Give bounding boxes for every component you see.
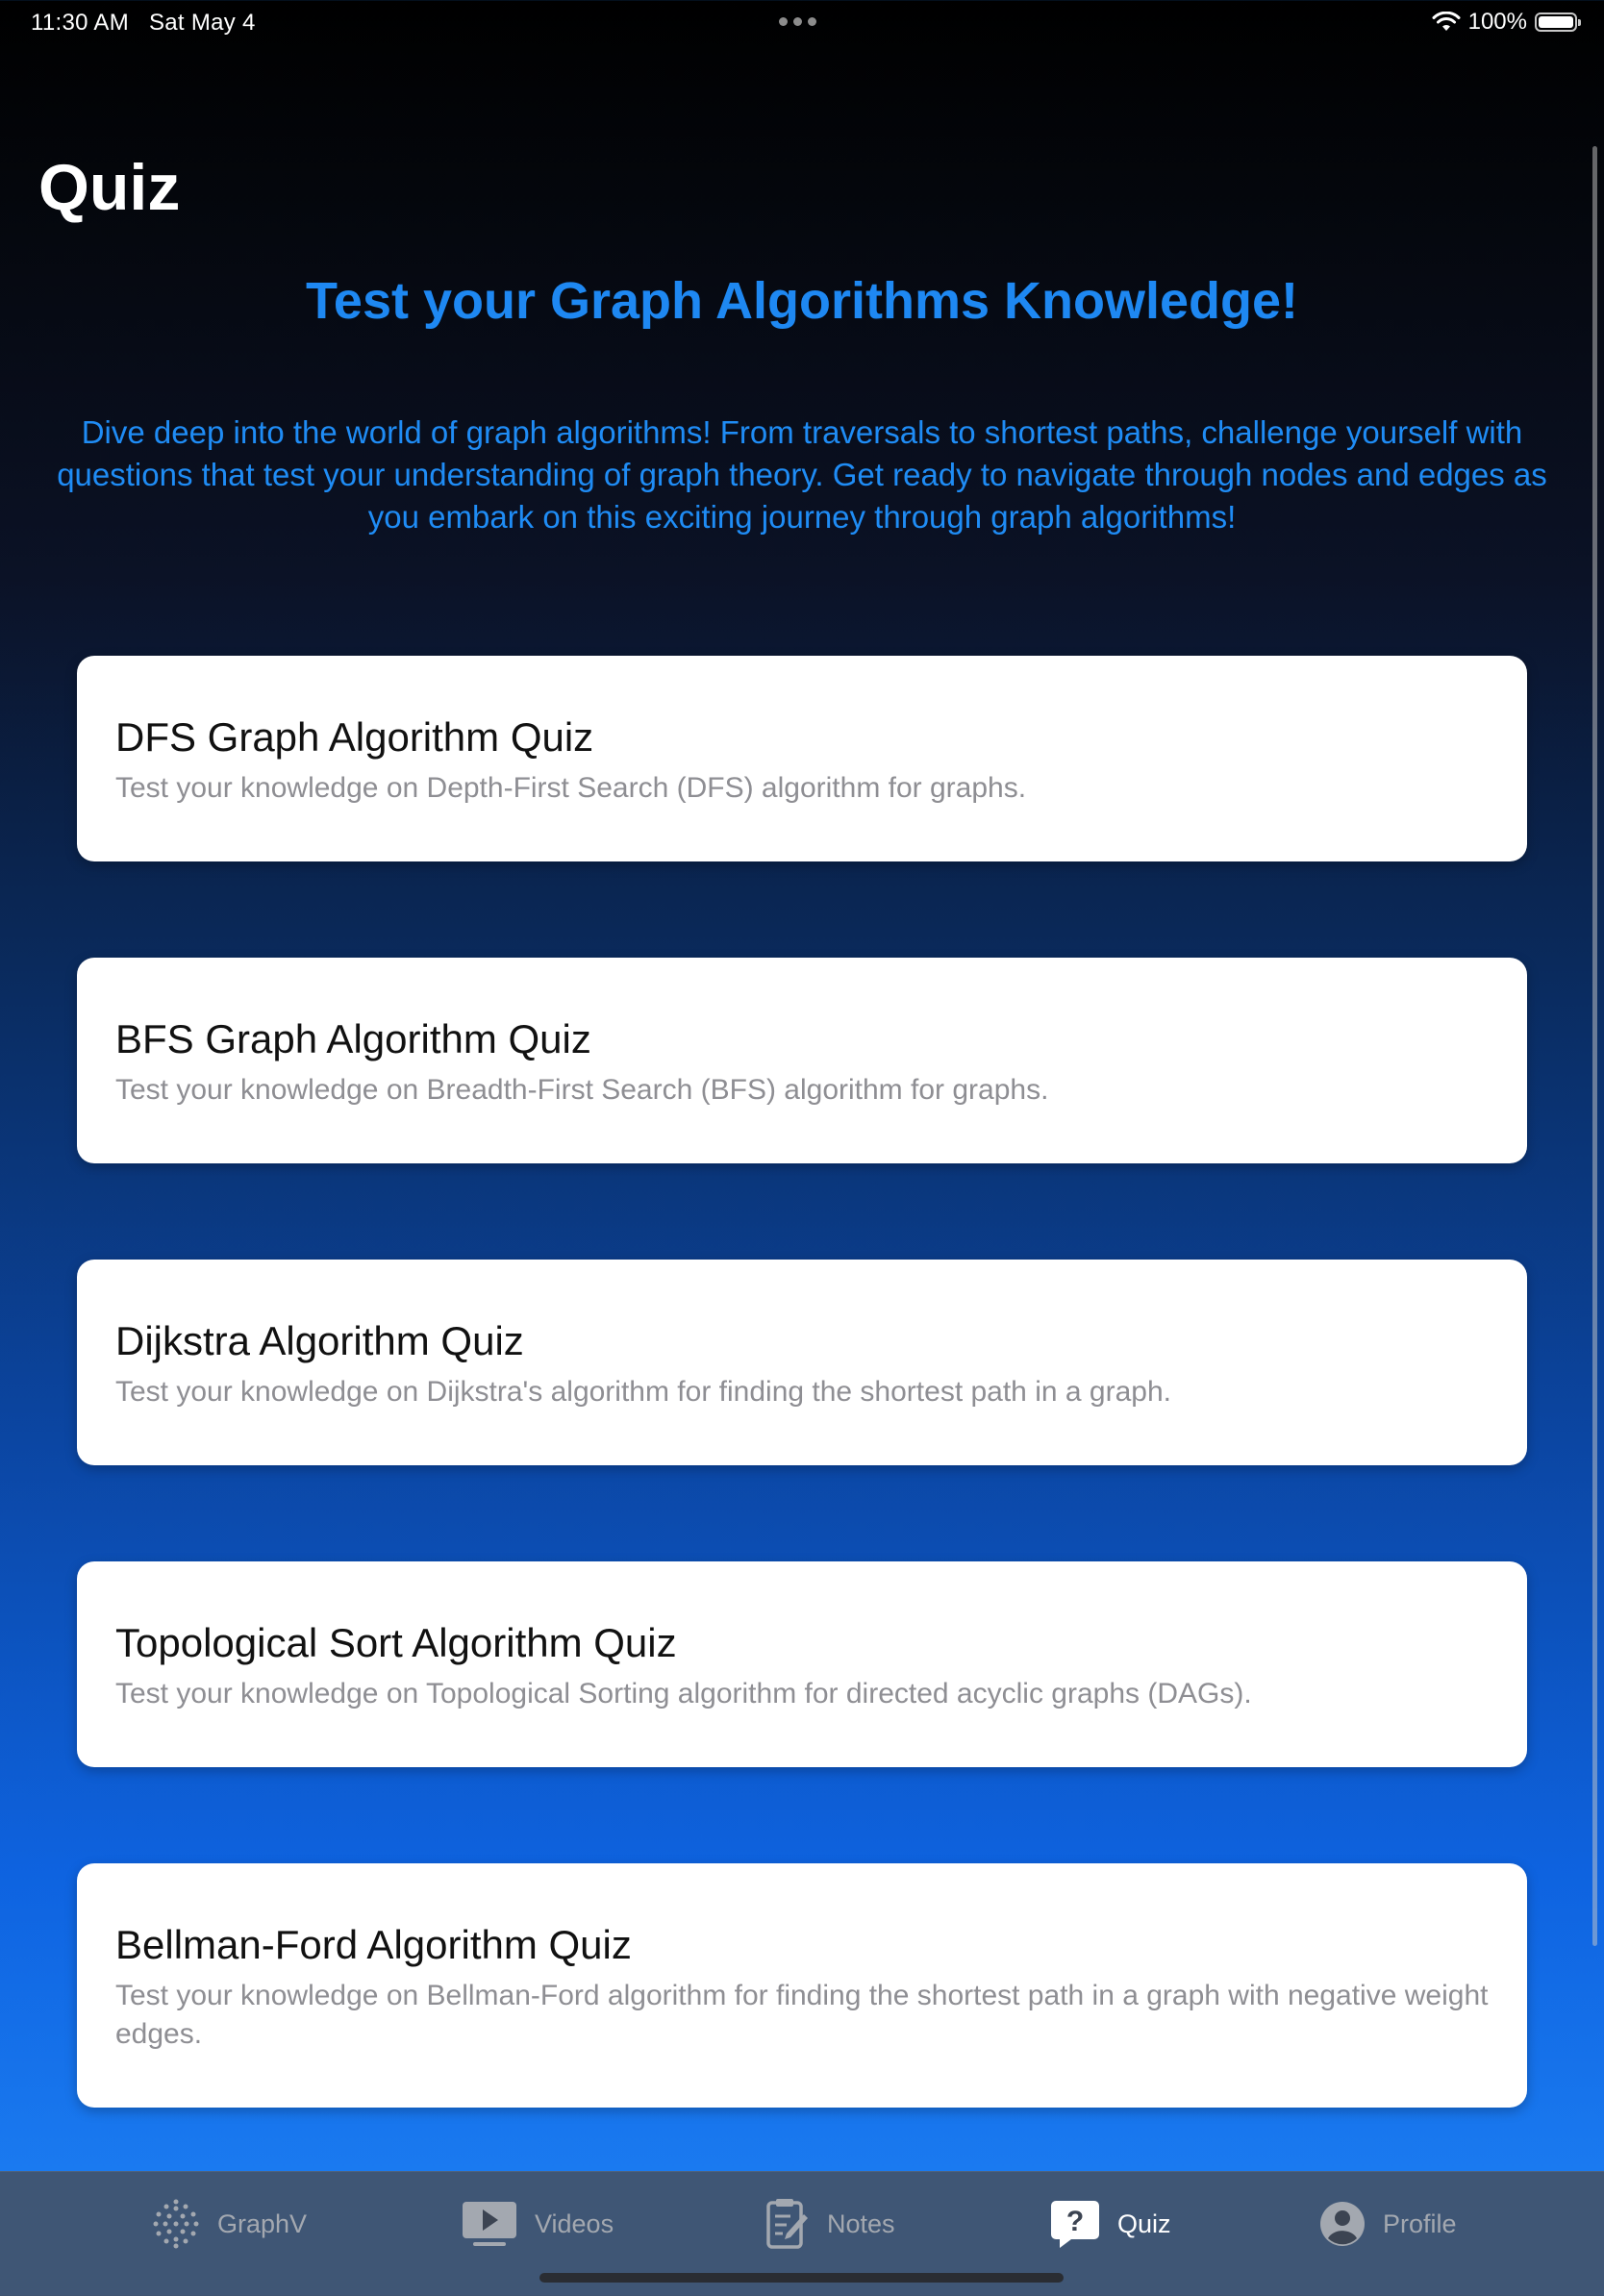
scroll-indicator[interactable]	[1592, 146, 1597, 1946]
status-date: Sat May 4	[148, 10, 256, 36]
battery-percent: 100%	[1467, 9, 1527, 35]
quiz-card-title: Topological Sort Algorithm Quiz	[115, 1620, 677, 1665]
dot-grid-icon	[153, 2199, 199, 2249]
page-title: Quiz	[38, 151, 181, 224]
quiz-card-dijkstra[interactable]: Dijkstra Algorithm Quiz Test your knowle…	[77, 1260, 1527, 1465]
quiz-card-bellman-ford[interactable]: Bellman-Ford Algorithm Quiz Test your kn…	[77, 1863, 1527, 2108]
quiz-card-description: Test your knowledge on Breadth-First Sea…	[115, 1074, 1049, 1106]
quiz-card-title: BFS Graph Algorithm Quiz	[115, 1016, 591, 1061]
battery-icon	[1535, 12, 1581, 32]
quiz-card-title: Bellman-Ford Algorithm Quiz	[115, 1922, 632, 1967]
svg-text:?: ?	[1066, 2206, 1084, 2237]
quiz-intro-text: Dive deep into the world of graph algori…	[57, 414, 1547, 535]
tab-notes[interactable]: Notes	[765, 2195, 895, 2253]
tab-label: Notes	[827, 2209, 895, 2238]
quiz-card-title: DFS Graph Algorithm Quiz	[115, 714, 594, 760]
note-pencil-icon	[766, 2199, 808, 2249]
quiz-card-dfs[interactable]: DFS Graph Algorithm Quiz Test your knowl…	[77, 656, 1527, 861]
play-rectangle-icon	[463, 2202, 516, 2246]
person-circle-icon	[1320, 2202, 1365, 2246]
tab-label: Quiz	[1117, 2209, 1171, 2238]
quiz-list: DFS Graph Algorithm Quiz Test your knowl…	[77, 656, 1527, 2204]
question-bubble-icon: ?	[1051, 2201, 1099, 2248]
tab-graphv[interactable]: GraphV	[152, 2195, 307, 2253]
wifi-icon	[1432, 12, 1461, 31]
quiz-card-description: Test your knowledge on Dijkstra's algori…	[115, 1376, 1171, 1408]
quiz-card-description: Test your knowledge on Depth-First Searc…	[115, 772, 1027, 804]
tab-videos[interactable]: Videos	[462, 2195, 614, 2253]
status-time-date: 11:30 AM Sat May 4	[31, 10, 256, 37]
quiz-headline: Test your Graph Algorithms Knowledge!	[305, 272, 1299, 330]
quiz-card-title: Dijkstra Algorithm Quiz	[115, 1318, 524, 1363]
quiz-card-description: Test your knowledge on Topological Sorti…	[115, 1678, 1252, 1710]
tab-label: Profile	[1383, 2209, 1457, 2238]
tab-label: Videos	[535, 2209, 614, 2238]
quiz-card-topological-sort[interactable]: Topological Sort Algorithm Quiz Test you…	[77, 1561, 1527, 1767]
tab-quiz[interactable]: ? Quiz	[1050, 2195, 1171, 2253]
tab-profile[interactable]: Profile	[1319, 2195, 1457, 2253]
tab-label: GraphV	[217, 2209, 308, 2238]
status-indicators: 100%	[1432, 9, 1581, 36]
status-time: 11:30 AM	[31, 10, 130, 36]
home-indicator[interactable]	[539, 2273, 1064, 2283]
quiz-card-description: Test your knowledge on Bellman-Ford algo…	[115, 1980, 1489, 2050]
quiz-card-bfs[interactable]: BFS Graph Algorithm Quiz Test your knowl…	[77, 958, 1527, 1163]
multitasking-dots-icon[interactable]	[779, 17, 816, 26]
status-bar: 11:30 AM Sat May 4 100%	[0, 0, 1604, 46]
